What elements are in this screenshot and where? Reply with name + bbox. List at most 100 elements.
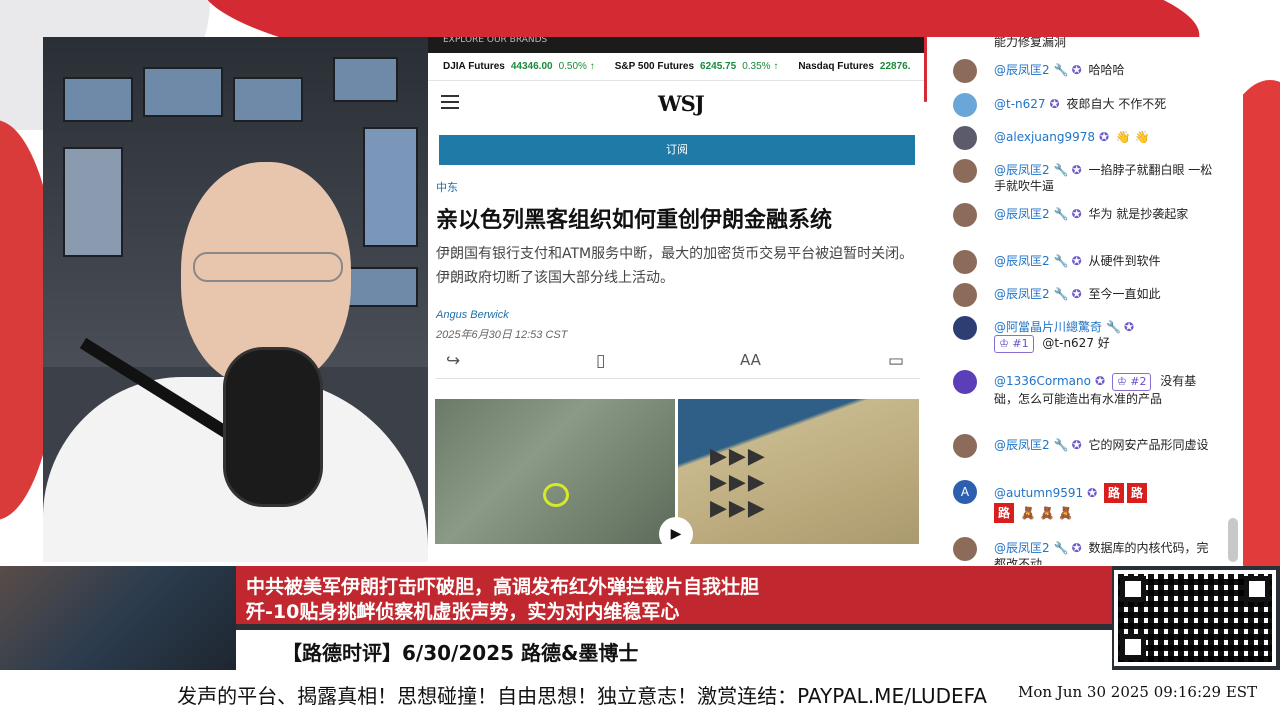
scrolling-ticker: 发声的平台、揭露真相！思想碰撞！自由思想！独立意志！激赏连结：PAYPAL.ME… bbox=[0, 680, 987, 708]
avatar[interactable] bbox=[953, 250, 977, 274]
chat-text: @t-n627 好 bbox=[1042, 336, 1110, 350]
microphone bbox=[223, 347, 323, 507]
road-sticker: 路 bbox=[994, 503, 1014, 523]
satellite-image-left bbox=[435, 399, 675, 544]
chat-username[interactable]: @alexjuang9978 bbox=[994, 130, 1095, 144]
wrench-icon: 🔧 bbox=[1053, 254, 1069, 268]
member-badge-icon: ✪ bbox=[1071, 254, 1082, 268]
article-hero-image[interactable]: ▶▶▶ ▶▶▶ ▶▶▶ ▶ bbox=[435, 399, 919, 551]
explore-brands-bar[interactable]: EXPLORE OUR BRANDS bbox=[428, 37, 924, 53]
chat-username[interactable]: @辰凤匡2 bbox=[994, 163, 1050, 177]
avatar[interactable] bbox=[953, 59, 977, 83]
member-badge-icon: ✪ bbox=[1071, 438, 1082, 452]
host-glasses bbox=[193, 252, 343, 282]
chat-scrollbar[interactable] bbox=[1228, 518, 1238, 562]
wrench-icon: 🔧 bbox=[1053, 541, 1069, 555]
avatar[interactable] bbox=[953, 434, 977, 458]
bookmark-icon[interactable]: ▯ bbox=[596, 351, 605, 371]
wrench-icon: 🔧 bbox=[1053, 287, 1069, 301]
chat-username[interactable]: @辰凤匡2 bbox=[994, 287, 1050, 301]
text-size-icon[interactable]: AA bbox=[740, 351, 761, 369]
avatar[interactable]: A bbox=[953, 480, 977, 504]
chat-text: 华为 就是抄袭起家 bbox=[1088, 207, 1189, 221]
chat-username[interactable]: @autumn9591 bbox=[994, 486, 1083, 500]
market-ticker: DJIA Futures 44346.00 0.50% ↑ S&P 500 Fu… bbox=[428, 53, 924, 81]
ticker-name[interactable]: Nasdaq Futures bbox=[798, 61, 874, 72]
ticker-change: 0.50% ↑ bbox=[558, 61, 595, 72]
chat-text: 能力修复漏洞 bbox=[994, 37, 1067, 49]
member-badge-icon: ✪ bbox=[1071, 207, 1082, 221]
member-badge-icon: ✪ bbox=[1071, 63, 1082, 77]
site-logo[interactable]: WSJ bbox=[658, 91, 705, 116]
member-badge-icon: ✪ bbox=[1071, 541, 1082, 555]
comment-icon[interactable]: ▭ bbox=[888, 351, 904, 371]
avatar[interactable] bbox=[953, 537, 977, 561]
chat-text: 夜郎自大 不作不死 bbox=[1066, 97, 1167, 111]
avatar[interactable] bbox=[953, 370, 977, 394]
chat-username[interactable]: @辰凤匡2 bbox=[994, 207, 1050, 221]
studio-monitor bbox=[63, 147, 123, 257]
footer-bar: 发声的平台、揭露真相！思想碰撞！自由思想！独立意志！激赏连结：PAYPAL.ME… bbox=[0, 670, 1280, 720]
chat-username[interactable]: @辰凤匡2 bbox=[994, 254, 1050, 268]
qr-finder bbox=[1120, 634, 1146, 660]
member-badge-icon: ✪ bbox=[1049, 97, 1060, 111]
chat-username[interactable]: @t-n627 bbox=[994, 97, 1046, 111]
avatar[interactable] bbox=[953, 159, 977, 183]
member-badge-icon: ✪ bbox=[1087, 486, 1098, 500]
avatar[interactable] bbox=[953, 316, 977, 340]
avatar[interactable] bbox=[953, 283, 977, 307]
road-sticker: 路 bbox=[1127, 483, 1147, 503]
chat-username[interactable]: @辰凤匡2 bbox=[994, 63, 1050, 77]
article-headline: 亲以色列黑客组织如何重创伊朗金融系统 bbox=[436, 208, 833, 233]
share-icon[interactable]: ↪ bbox=[446, 351, 460, 371]
wrench-icon: 🔧 bbox=[1053, 438, 1069, 452]
chat-username[interactable]: @阿當晶片川總驚奇 bbox=[994, 320, 1102, 334]
news-banner: 中共被美军伊朗打击吓破胆，高调发布红外弹拦截片自我壮胆 歼-10贴身挑衅侦察机虚… bbox=[0, 566, 1280, 670]
avatar[interactable] bbox=[953, 203, 977, 227]
ticker-value: 6245.75 bbox=[700, 61, 737, 72]
banner-headline-2: 歼-10贴身挑衅侦察机虚张声势，实为对内维稳军心 bbox=[246, 601, 680, 623]
section-link[interactable]: 中东 bbox=[436, 179, 458, 195]
chat-text: 从硬件到软件 bbox=[1088, 254, 1161, 268]
up-arrow-icon: ↑ bbox=[773, 61, 779, 72]
qr-finder bbox=[1120, 576, 1146, 602]
member-badge-icon: ✪ bbox=[1071, 287, 1082, 301]
chat-username[interactable]: @1336Cormano bbox=[994, 374, 1091, 388]
chat-username[interactable]: @辰凤匡2 bbox=[994, 438, 1050, 452]
ticker-text: 发声的平台、揭露真相！思想碰撞！自由思想！独立意志！激赏连结：PAYPAL.ME… bbox=[177, 684, 987, 708]
article-actions: ↪ ▯ AA ▭ bbox=[436, 347, 920, 379]
program-title: 【路德时评】6/30/2025 路德&墨博士 bbox=[282, 641, 639, 665]
author-link[interactable]: Angus Berwick bbox=[436, 309, 509, 321]
site-header: WSJ bbox=[428, 81, 924, 125]
qr-code-icon bbox=[1114, 570, 1276, 666]
ticker-name[interactable]: S&P 500 Futures bbox=[615, 61, 694, 72]
ticker-value: 44346.00 bbox=[510, 61, 553, 72]
road-sticker: 路 bbox=[1104, 483, 1124, 503]
clock: Mon Jun 30 2025 09:16:29 EST bbox=[1018, 683, 1258, 701]
chat-text: 它的网安产品形同虚设 bbox=[1088, 438, 1209, 452]
play-icon[interactable]: ▶ bbox=[659, 517, 693, 551]
wrench-icon: 🔧 bbox=[1053, 63, 1069, 77]
banner-headline-1: 中共被美军伊朗打击吓破胆，高调发布红外弹拦截片自我壮胆 bbox=[246, 576, 760, 598]
member-badge-icon: ✪ bbox=[1123, 320, 1135, 334]
subscribe-button[interactable]: 订阅 bbox=[439, 135, 915, 165]
studio-monitor bbox=[143, 67, 223, 117]
studio-monitor bbox=[343, 267, 418, 307]
avatar[interactable] bbox=[953, 126, 977, 150]
wrench-icon: 🔧 bbox=[1053, 163, 1069, 177]
wsj-article-page: EXPLORE OUR BRANDS DJIA Futures 44346.00… bbox=[428, 37, 924, 565]
bomber-formation-graphic: ▶▶▶ ▶▶▶ ▶▶▶ bbox=[710, 444, 767, 521]
webcam-feed bbox=[43, 37, 428, 562]
rank-badge: ♔ #2 bbox=[1111, 373, 1152, 391]
avatar[interactable] bbox=[953, 93, 977, 117]
studio-monitor bbox=[333, 57, 398, 102]
qr-finder bbox=[1244, 576, 1270, 602]
chat-username[interactable]: @辰凤匡2 bbox=[994, 541, 1050, 555]
ticker-name[interactable]: DJIA Futures bbox=[443, 61, 505, 72]
rank-badge: ♔ #1 bbox=[994, 335, 1034, 353]
chat-text: 🧸 🧸 🧸 bbox=[1020, 506, 1074, 520]
menu-icon[interactable] bbox=[441, 95, 459, 109]
chat-text: 👋 👋 bbox=[1115, 130, 1150, 144]
member-badge-icon: ✪ bbox=[1094, 374, 1106, 388]
article-summary: 伊朗国有银行支付和ATM服务中断，最大的加密货币交易平台被迫暂时关闭。伊朗政府切… bbox=[436, 246, 914, 286]
